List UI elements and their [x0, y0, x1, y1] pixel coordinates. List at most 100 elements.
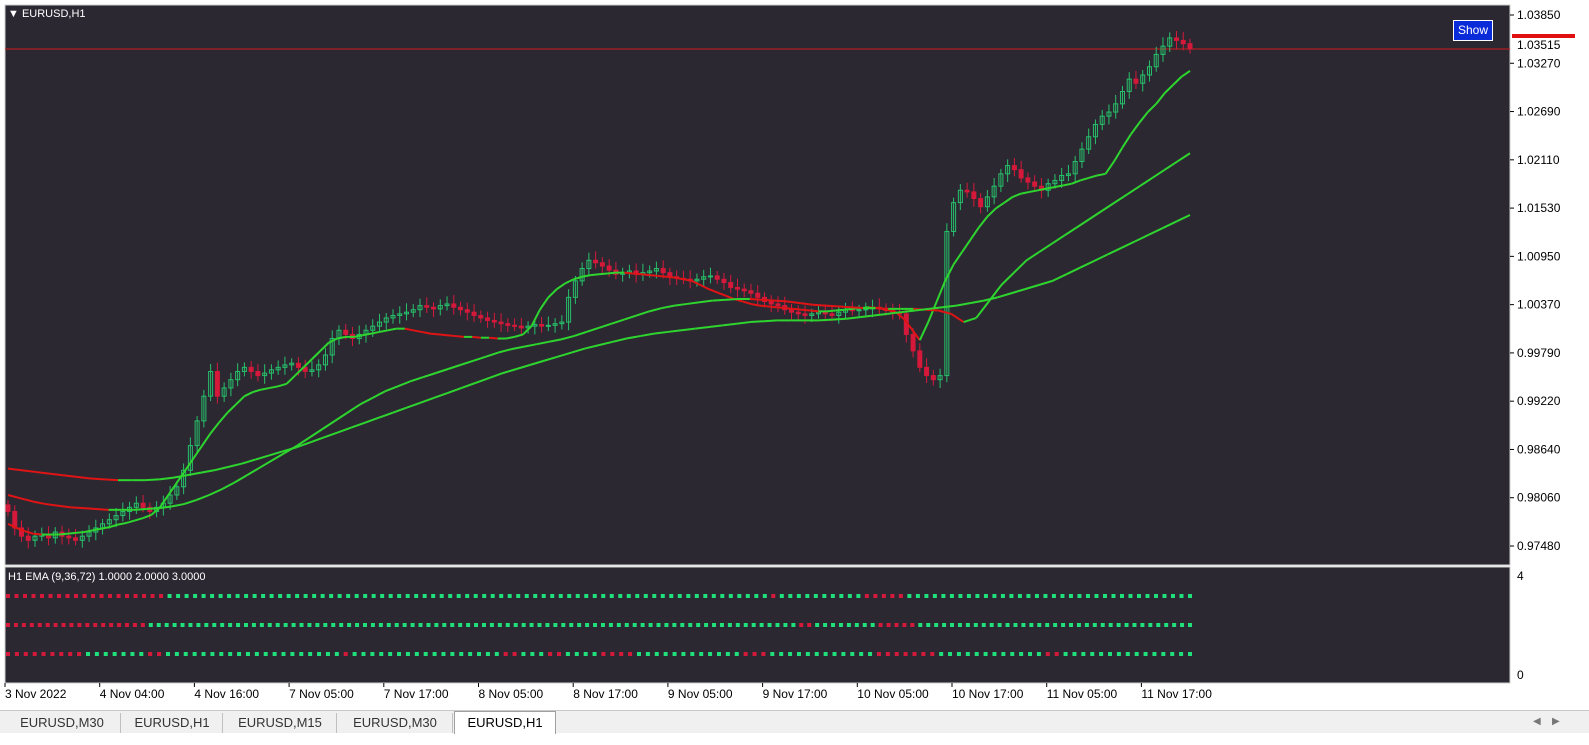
indicator-dot — [725, 652, 730, 656]
candle-body — [748, 290, 754, 294]
candle-body — [728, 282, 734, 288]
indicator-dot — [583, 652, 588, 656]
indicator-dot — [94, 652, 99, 656]
indicator-dot — [704, 623, 709, 627]
indicator-dot — [1188, 623, 1192, 627]
tab-eurusd-m15[interactable]: EURUSD,M15 — [224, 713, 337, 733]
indicator-dot — [910, 623, 915, 627]
indicator-dot — [862, 623, 867, 627]
indicator-dot — [148, 652, 153, 656]
indicator-dot — [237, 652, 242, 656]
indicator-dot — [545, 623, 550, 627]
indicator-dot — [490, 594, 495, 598]
indicator-dot — [743, 652, 748, 656]
indicator-dot — [507, 594, 512, 598]
indicator-dot — [192, 652, 197, 656]
indicator-dot — [432, 652, 437, 656]
indicator-dot — [204, 623, 209, 627]
indicator-dot — [779, 652, 784, 656]
indicator-dot — [91, 594, 96, 598]
indicator-dot — [1162, 594, 1167, 598]
indicator-dot — [164, 623, 169, 627]
chart-menu-triangle-icon[interactable]: ▼ — [8, 8, 19, 20]
scroll-left-icon[interactable]: ◀ — [1533, 716, 1541, 727]
indicator-dot — [600, 623, 605, 627]
symbol-title[interactable]: ▼ EURUSD,H1 — [8, 8, 86, 20]
indicator-dot — [548, 652, 553, 656]
indicator-dot — [735, 623, 740, 627]
indicator-dot — [188, 623, 193, 627]
indicator-dot — [1090, 652, 1095, 656]
ema-72-line — [750, 320, 764, 324]
indicator-dot — [832, 652, 837, 656]
indicator-dot — [681, 652, 686, 656]
candle-body — [707, 275, 713, 278]
indicator-dot — [14, 594, 19, 598]
price-axis-label: 1.03270 — [1517, 56, 1561, 70]
indicator-dot — [831, 623, 836, 627]
indicator-dot — [864, 594, 869, 598]
time-axis-label: 10 Nov 17:00 — [952, 687, 1024, 701]
indicator-dot — [521, 623, 526, 627]
indicator-dot — [59, 652, 64, 656]
indicator-dot — [165, 652, 170, 656]
indicator-dot — [771, 594, 776, 598]
ema-9-line — [632, 272, 642, 276]
candle-body — [768, 300, 774, 305]
indicator-dot — [459, 652, 464, 656]
indicator-dot — [69, 623, 74, 627]
indicator-dot — [1125, 652, 1130, 656]
indicator-dot — [183, 652, 188, 656]
indicator-dot — [201, 652, 206, 656]
price-axis-label: 0.97480 — [1517, 539, 1561, 553]
indicator-dot — [307, 623, 312, 627]
indicator-dot — [1111, 594, 1116, 598]
indicator-dot — [584, 594, 589, 598]
indicator-dot — [1034, 594, 1039, 598]
indicator-dot — [6, 594, 10, 598]
tab-eurusd-h1-active[interactable]: EURUSD,H1 — [454, 711, 556, 734]
scroll-right-icon[interactable]: ▶ — [1552, 716, 1560, 727]
indicator-dot — [915, 594, 920, 598]
indicator-dot — [489, 623, 494, 627]
indicator-dot — [23, 652, 28, 656]
candle-body — [755, 292, 761, 298]
indicator-dot — [632, 623, 637, 627]
indicator-dot — [957, 623, 962, 627]
ema-9-line — [455, 335, 465, 338]
candle-body — [518, 325, 524, 329]
indicator-dot — [116, 594, 121, 598]
price-axis-label: 1.01530 — [1517, 201, 1561, 215]
indicator-dot — [770, 652, 775, 656]
indicator-dot — [352, 652, 357, 656]
indicator-dot — [1069, 623, 1074, 627]
indicator-dot — [592, 652, 597, 656]
candle-body — [248, 366, 254, 372]
indicator-dot — [272, 652, 277, 656]
indicator-dot — [618, 594, 623, 598]
time-axis-label: 9 Nov 17:00 — [763, 687, 828, 701]
indicator-dot — [405, 594, 410, 598]
indicator-dot — [664, 623, 669, 627]
tab-eurusd-h1-1[interactable]: EURUSD,H1 — [122, 713, 223, 733]
indicator-dot — [481, 623, 486, 627]
candle-body — [606, 265, 612, 271]
ema-9-line — [438, 333, 448, 337]
candle-body — [485, 317, 491, 321]
indicator-dot — [856, 594, 861, 598]
indicator-dot — [1043, 594, 1048, 598]
show-button[interactable]: Show — [1453, 20, 1493, 41]
tab-eurusd-m30-1[interactable]: EURUSD,M30 — [4, 713, 121, 733]
indicator-dot — [1005, 623, 1010, 627]
indicator-dot — [716, 652, 721, 656]
indicator-dot — [108, 594, 113, 598]
indicator-dot — [1170, 594, 1175, 598]
tab-eurusd-m30-2[interactable]: EURUSD,M30 — [338, 713, 453, 733]
indicator-dot — [694, 594, 699, 598]
indicator-dot — [499, 594, 504, 598]
indicator-dot — [434, 623, 439, 627]
indicator-dot — [474, 623, 479, 627]
candle-body — [930, 375, 936, 381]
indicator-dot — [516, 594, 521, 598]
candle-body — [255, 370, 261, 377]
